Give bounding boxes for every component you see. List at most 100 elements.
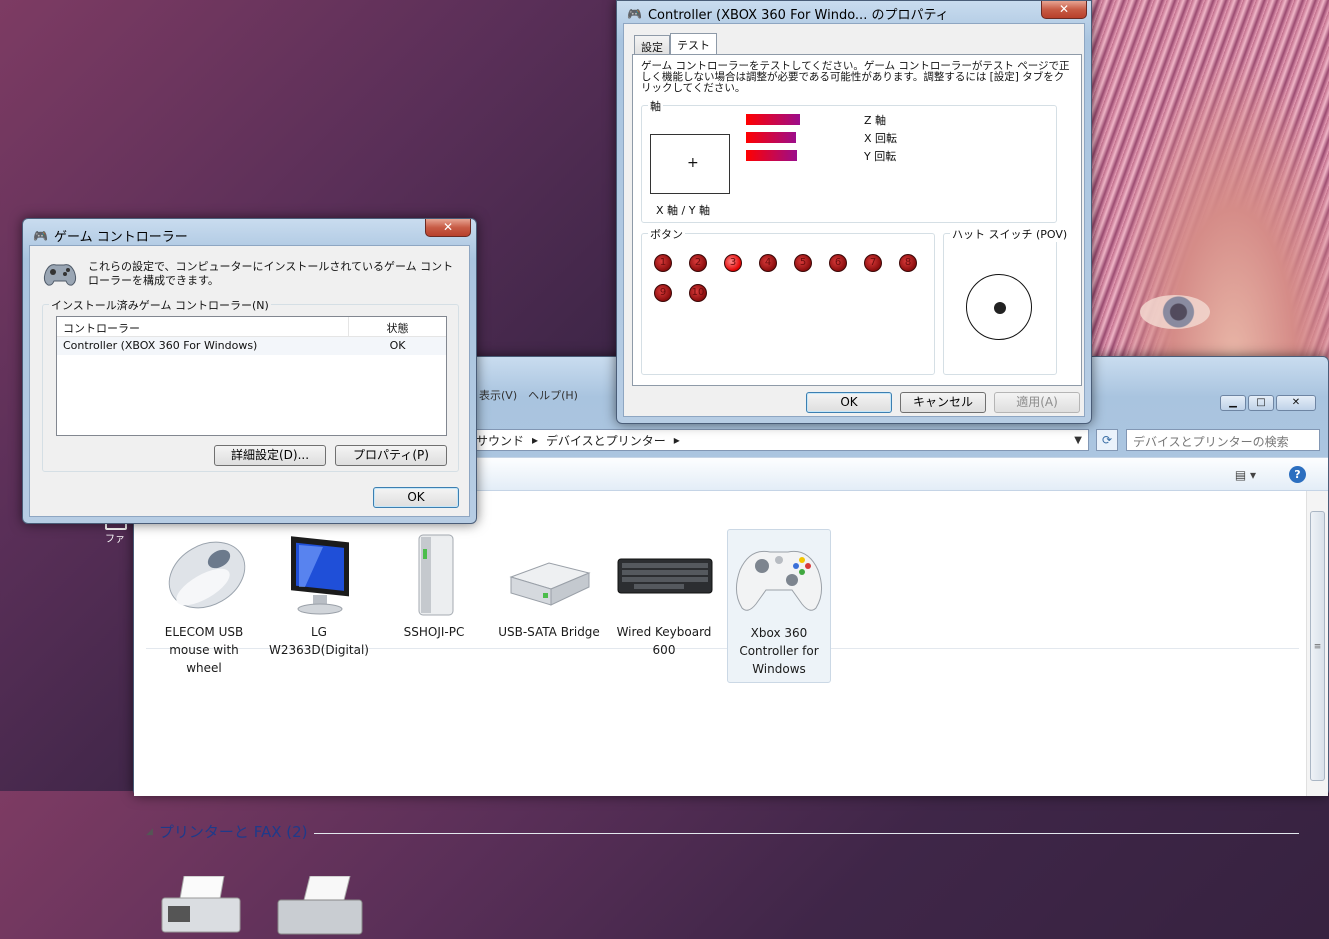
button-10-indicator: 10 (689, 284, 707, 302)
ok-button[interactable]: OK (806, 392, 892, 413)
advanced-settings-button[interactable]: 詳細設定(D)... (214, 445, 326, 466)
device-label: Wired Keyboard 600 (616, 625, 712, 657)
gamepad-icon (730, 530, 828, 618)
device-list: ELECOM USB mouse with wheel LG W2363D(Di… (134, 491, 1306, 935)
device-label: SSHOJI-PC (403, 625, 465, 639)
controller-properties-dialog: 🎮 Controller (XBOX 360 For Windo... のプロパ… (616, 0, 1092, 424)
view-options-icon[interactable]: ▤ ▾ (1235, 468, 1256, 482)
device-label: ELECOM USB mouse with wheel (164, 625, 244, 675)
cancel-button[interactable]: キャンセル (900, 392, 986, 413)
list-header: コントローラー 状態 (57, 317, 446, 337)
fax-icon[interactable] (156, 875, 246, 936)
device-label: USB-SATA Bridge (498, 625, 600, 639)
xy-axis-box: + (650, 134, 730, 194)
button-4-indicator: 4 (759, 254, 777, 272)
device-label: Xbox 360 Controller for Windows (739, 626, 819, 676)
gamepad-icon: 🎮 (33, 228, 48, 243)
device-label: LG W2363D(Digital) (269, 625, 369, 657)
y-rotation-bar (746, 150, 797, 161)
properties-button[interactable]: プロパティ(P) (335, 445, 447, 466)
z-axis-bar (746, 114, 800, 125)
dialog-title: ゲーム コントローラー (53, 230, 188, 245)
test-description: ゲーム コントローラーをテストしてください。ゲーム コントローラーがテスト ペー… (641, 60, 1070, 94)
controller-status: OK (389, 339, 406, 352)
button-5-indicator: 5 (794, 254, 812, 272)
z-axis-label: Z 軸 (864, 114, 887, 127)
printers-section-header[interactable]: ◢ プリンターと FAX (2) (146, 821, 308, 842)
close-button[interactable]: ✕ (1276, 395, 1316, 411)
ok-button[interactable]: OK (373, 487, 459, 508)
keyboard-icon (614, 529, 714, 617)
button-9-indicator: 9 (654, 284, 672, 302)
scroll-thumb[interactable]: ≡ (1310, 511, 1325, 781)
collapse-arrow-icon: ◢ (146, 826, 153, 837)
apply-button[interactable]: 適用(A) (994, 392, 1080, 413)
column-header-controller[interactable]: コントローラー (57, 317, 349, 336)
button-6-indicator: 6 (829, 254, 847, 272)
group-label: インストール済みゲーム コントローラー(N) (49, 297, 271, 313)
x-rotation-bar (746, 132, 796, 143)
computer-icon (399, 529, 469, 617)
address-bar[interactable]: サウンド ▸ デバイスとプリンター ▸ ▼ (469, 429, 1089, 451)
vertical-scrollbar[interactable]: ≡ (1306, 491, 1328, 796)
button-7-indicator: 7 (864, 254, 882, 272)
gamepad-icon: 🎮 (627, 6, 642, 21)
list-item[interactable]: Controller (XBOX 360 For Windows) OK (57, 337, 446, 355)
monitor-icon (279, 529, 359, 617)
window-controls: ▁ □ ✕ (1220, 395, 1316, 411)
device-item-drive[interactable]: USB-SATA Bridge (497, 529, 601, 641)
dialog-body: 設定 テスト ゲーム コントローラーをテストしてください。ゲーム コントローラー… (623, 23, 1085, 417)
pov-indicator (966, 274, 1032, 340)
mouse-icon (159, 529, 249, 617)
pov-center-dot (994, 302, 1006, 314)
breadcrumb-separator-icon: ▸ (673, 433, 680, 447)
game-controllers-dialog: 🎮 ゲーム コントローラー ✕ これらの設定で、コンピューターにインストールされ… (22, 218, 477, 524)
test-tab-page: ゲーム コントローラーをテストしてください。ゲーム コントローラーがテスト ペー… (632, 54, 1082, 386)
group-label: ハット スイッチ (POV) (950, 226, 1070, 242)
device-item-monitor[interactable]: LG W2363D(Digital) (267, 529, 371, 659)
section-title: プリンターと FAX (2) (158, 823, 308, 841)
breadcrumb-item-sound[interactable]: サウンド (476, 432, 524, 449)
address-dropdown-icon[interactable]: ▼ (1074, 435, 1082, 446)
dialog-body: これらの設定で、コンピューターにインストールされているゲーム コントローラーを構… (29, 245, 470, 517)
minimize-button[interactable]: ▁ (1220, 395, 1246, 411)
section-divider (314, 833, 1299, 834)
pov-group: ハット スイッチ (POV) (943, 226, 1070, 375)
column-header-status[interactable]: 状態 (349, 317, 446, 336)
refresh-button[interactable]: ⟳ (1096, 429, 1118, 451)
group-label: 軸 (648, 98, 663, 114)
dialog-title-bar: 🎮 Controller (XBOX 360 For Windo... のプロパ… (627, 4, 949, 24)
close-button[interactable]: ✕ (425, 219, 471, 237)
xy-axis-label: X 軸 / Y 軸 (656, 204, 710, 217)
device-item-computer[interactable]: SSHOJI-PC (382, 529, 486, 641)
desktop-shortcut-label: ファ (105, 534, 125, 545)
close-button[interactable]: ✕ (1041, 1, 1087, 19)
group-label: ボタン (648, 226, 685, 242)
gamepad-icon (42, 259, 78, 287)
x-rotation-label: X 回転 (864, 132, 898, 145)
dialog-title-bar: 🎮 ゲーム コントローラー (33, 226, 188, 246)
buttons-group: ボタン 1 2 3 4 5 6 7 8 9 10 (641, 226, 935, 375)
search-input[interactable]: デバイスとプリンターの検索 (1126, 429, 1320, 451)
button-3-indicator: 3 (724, 254, 742, 272)
controller-name: Controller (XBOX 360 For Windows) (63, 339, 258, 352)
breadcrumb-separator-icon: ▸ (532, 433, 539, 447)
device-item-mouse[interactable]: ELECOM USB mouse with wheel (152, 529, 256, 677)
crosshair-icon: + (687, 155, 699, 171)
maximize-button[interactable]: □ (1248, 395, 1274, 411)
desktop-shortcut-icon[interactable]: ファ (105, 520, 135, 550)
y-rotation-label: Y 回転 (864, 150, 897, 163)
help-icon[interactable]: ? (1289, 466, 1306, 483)
printer-icon[interactable] (274, 875, 364, 936)
dialog-description: これらの設定で、コンピューターにインストールされているゲーム コントローラーを構… (88, 260, 454, 287)
wallpaper-eye (1140, 295, 1210, 329)
button-8-indicator: 8 (899, 254, 917, 272)
breadcrumb-item-devices[interactable]: デバイスとプリンター (546, 432, 666, 449)
drive-icon (503, 529, 595, 617)
controllers-list[interactable]: コントローラー 状態 Controller (XBOX 360 For Wind… (56, 316, 447, 436)
device-item-keyboard[interactable]: Wired Keyboard 600 (612, 529, 716, 659)
device-item-xbox-controller[interactable]: Xbox 360 Controller for Windows (727, 529, 831, 683)
menu-bar-hint: 表示(V) ヘルプ(H) (479, 389, 578, 402)
button-1-indicator: 1 (654, 254, 672, 272)
axes-group: 軸 + X 軸 / Y 軸 Z 軸 X 回転 Y 回転 (641, 98, 1057, 223)
